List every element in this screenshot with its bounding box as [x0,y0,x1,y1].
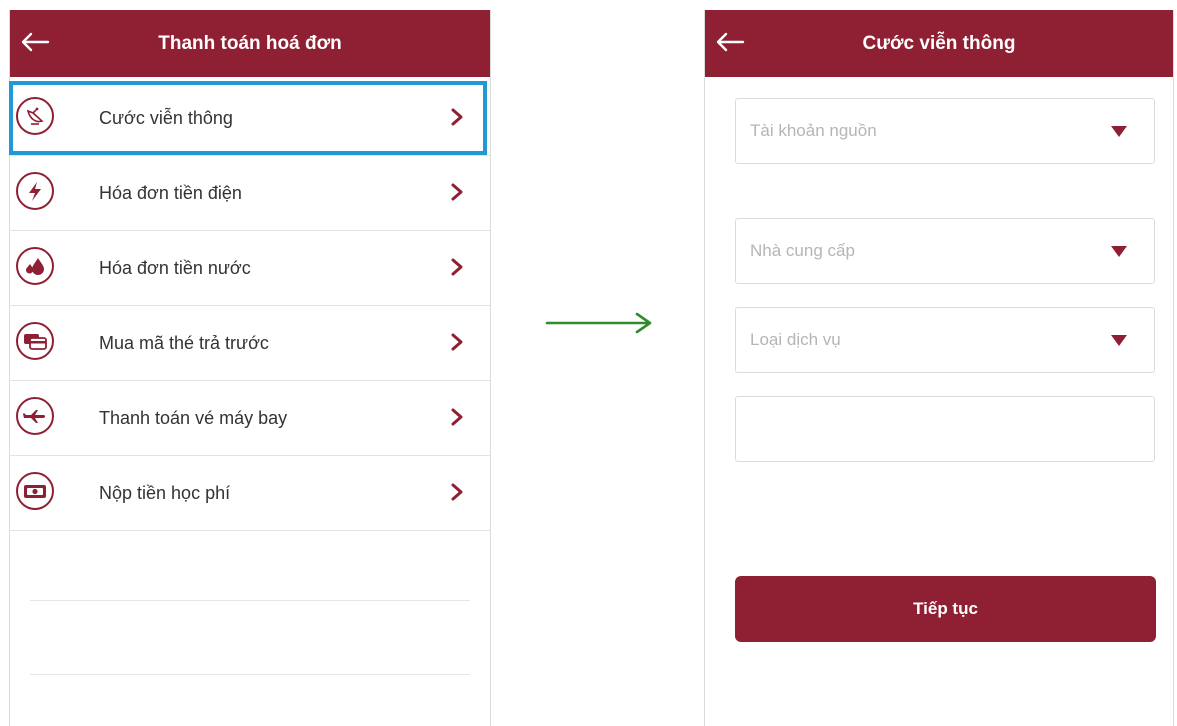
source-account-dropdown[interactable]: Tài khoản nguồn [735,98,1155,164]
customer-code-input[interactable] [736,397,1154,461]
menu-item-electricity[interactable]: Hóa đơn tiền điện [10,156,490,231]
page-title: Thanh toán hoá đơn [158,33,342,54]
menu-item-tuition[interactable]: Nộp tiền học phí [10,456,490,531]
menu-item-telecom[interactable]: Cước viễn thông [10,81,490,156]
telecom-payment-screen: Cước viễn thông Tài khoản nguồn Nhà cung… [704,10,1174,726]
menu-item-label: Hóa đơn tiền nước [99,258,251,278]
menu-item-label: Mua mã thé trả trước [99,333,269,353]
bill-payment-screen: Thanh toán hoá đơn Cước viễn thông Hóa đ… [9,10,491,726]
lightning-bolt-icon [16,172,54,210]
page-title: Cước viễn thông [862,33,1016,54]
field-placeholder: Nhà cung cấp [750,241,855,260]
app-bar: Thanh toán hoá đơn [10,10,490,77]
menu-item-water[interactable]: Hóa đơn tiền nước [10,231,490,306]
arrow-right-icon [545,312,652,334]
service-type-dropdown[interactable]: Loại dịch vụ [735,307,1155,373]
chevron-right-icon [451,408,463,426]
caret-down-icon [1111,335,1127,346]
field-placeholder: Loại dịch vụ [750,330,841,349]
chevron-right-icon [451,108,463,126]
app-bar: Cước viễn thông [705,10,1173,77]
input-field-wrapper [735,396,1155,462]
menu-item-prepaid-card[interactable]: Mua mã thé trả trước [10,306,490,381]
money-bill-icon [16,472,54,510]
chevron-right-icon [451,183,463,201]
water-drops-icon [16,247,54,285]
menu-item-flight-ticket[interactable]: Thanh toán vé máy bay [10,381,490,456]
field-placeholder: Tài khoản nguồn [750,121,877,140]
divider [30,674,470,675]
menu-item-label: Cước viễn thông [99,108,233,128]
airplane-icon [16,397,54,435]
chevron-right-icon [451,333,463,351]
menu-item-label: Nộp tiền học phí [99,483,231,503]
satellite-dish-icon [16,97,54,135]
menu-item-label: Hóa đơn tiền điện [99,183,242,203]
chevron-right-icon [451,483,463,501]
provider-dropdown[interactable]: Nhà cung cấp [735,218,1155,284]
caret-down-icon [1111,246,1127,257]
divider [30,600,470,601]
caret-down-icon [1111,126,1127,137]
menu-item-label: Thanh toán vé máy bay [99,408,288,428]
cards-icon [16,322,54,360]
chevron-right-icon [451,258,463,276]
continue-button[interactable]: Tiếp tục [735,576,1156,642]
